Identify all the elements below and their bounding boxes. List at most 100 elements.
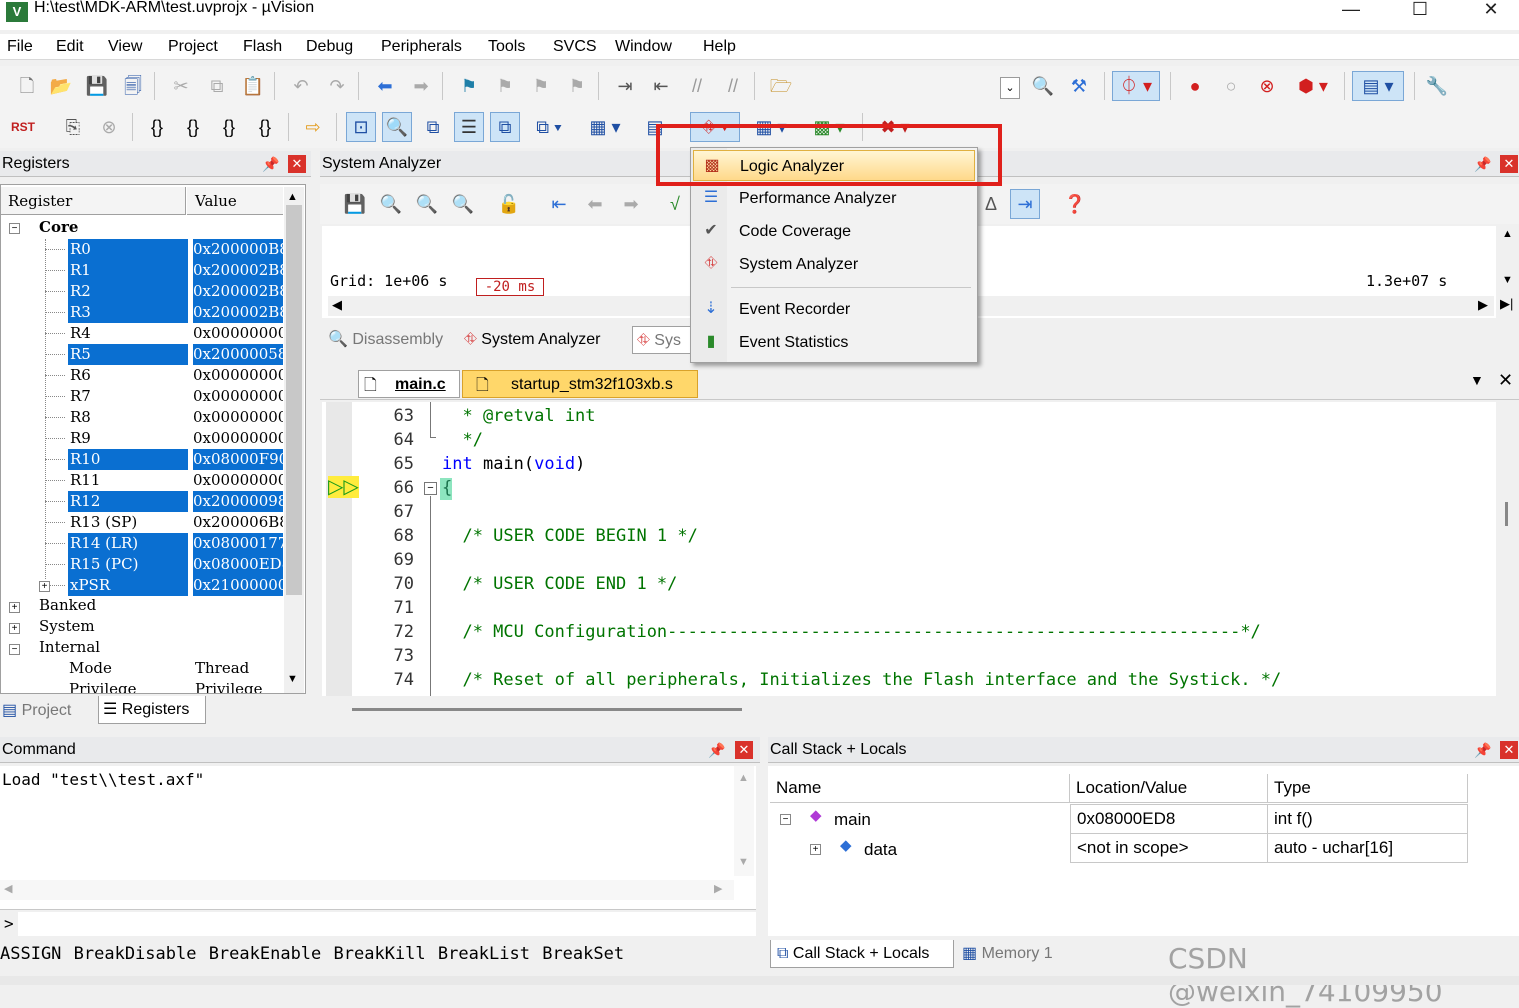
- command-output[interactable]: Load "test\\test.axf" ▲ ▼ ◀ ▶: [0, 766, 756, 910]
- zoom-all-icon[interactable]: 🔍: [448, 189, 478, 219]
- uncomment-icon[interactable]: //: [718, 71, 748, 101]
- menu-project[interactable]: Project: [168, 38, 218, 56]
- register-row[interactable]: R13 (SP) 0x200006B8: [1, 512, 283, 533]
- search-combo[interactable]: ⌄: [1000, 77, 1020, 99]
- register-row[interactable]: R12 0x20000098: [1, 491, 283, 512]
- jump-start-icon[interactable]: ⇤: [544, 189, 574, 219]
- close-system-analyzer-button[interactable]: ✕: [1500, 155, 1518, 173]
- menu-svcs[interactable]: SVCS: [553, 38, 597, 56]
- registers-scrollbar[interactable]: ▲ ▼: [284, 187, 304, 693]
- delta-icon[interactable]: Δ: [976, 189, 1006, 219]
- indent-icon[interactable]: ⇥: [610, 71, 640, 101]
- callstack-row-main-value[interactable]: 0x08000ED8: [1070, 804, 1268, 834]
- zoom-in-icon[interactable]: 🔍: [376, 189, 406, 219]
- step-into-icon[interactable]: {}: [142, 112, 172, 142]
- new-file-icon[interactable]: 🗋: [12, 71, 42, 101]
- close-command-button[interactable]: ✕: [735, 741, 753, 759]
- code-line[interactable]: int main(void): [442, 452, 585, 476]
- menu-debug[interactable]: Debug: [306, 38, 353, 56]
- col-name-header[interactable]: Name: [770, 774, 1070, 803]
- menu-item-system-analyzer[interactable]: ⛗ System Analyzer: [693, 249, 975, 280]
- save-all-icon[interactable]: 🗐: [118, 71, 148, 101]
- find-in-files-icon[interactable]: 🗁: [766, 71, 796, 101]
- system-expand-icon[interactable]: +: [9, 623, 20, 634]
- register-value[interactable]: 0x00000000: [193, 323, 283, 344]
- register-value[interactable]: 0x00000000: [193, 470, 283, 491]
- tab-callstack-locals[interactable]: ⧉ Call Stack + Locals: [770, 940, 954, 968]
- command-hscroll[interactable]: ◀ ▶: [0, 880, 734, 900]
- fold-icon[interactable]: −: [424, 482, 437, 495]
- tab-disassembly[interactable]: 🔍 Disassembly: [328, 326, 443, 354]
- menu-help[interactable]: Help: [703, 38, 736, 56]
- register-value[interactable]: 0x20000058: [193, 344, 283, 365]
- tab-startup-s[interactable]: startup_stm32f103xb.s: [462, 370, 698, 398]
- stop-icon[interactable]: ⊗: [94, 112, 124, 142]
- menu-tools[interactable]: Tools: [488, 38, 525, 56]
- register-value[interactable]: 0x200002B8: [193, 302, 283, 323]
- command-window-icon[interactable]: ⊡: [346, 112, 376, 142]
- pin-icon[interactable]: 📌: [1474, 156, 1491, 173]
- register-row[interactable]: R14 (LR) 0x08000177: [1, 533, 283, 554]
- configure-icon[interactable]: 🔧: [1422, 71, 1452, 101]
- editor-close-icon[interactable]: ✕: [1498, 370, 1513, 391]
- menu-flash[interactable]: Flash: [243, 38, 282, 56]
- register-value[interactable]: 0x200000B8: [193, 239, 283, 260]
- jump-end-icon[interactable]: ⇥: [1010, 189, 1040, 219]
- main-collapse-icon[interactable]: −: [780, 814, 791, 825]
- internal-collapse-icon[interactable]: −: [9, 644, 20, 655]
- close-callstack-button[interactable]: ✕: [1500, 741, 1518, 759]
- zoom-out-icon[interactable]: 🔍: [412, 189, 442, 219]
- window-layout-icon[interactable]: ▤ ▾: [1352, 71, 1404, 101]
- register-row[interactable]: R9 0x00000000: [1, 428, 283, 449]
- code-line[interactable]: /* USER CODE END 1 */: [442, 572, 677, 596]
- signal-icon[interactable]: √: [660, 189, 690, 219]
- call-stack-window-icon[interactable]: ⧉: [490, 112, 520, 142]
- register-row[interactable]: R6 0x00000000: [1, 365, 283, 386]
- code-line[interactable]: /* Reset of all peripherals, Initializes…: [442, 668, 1281, 692]
- menu-edit[interactable]: Edit: [56, 38, 84, 56]
- code-editor[interactable]: ▷▷ − 63 * @retval int 64 */ 65 int main(voi…: [322, 402, 1496, 696]
- register-row[interactable]: R0 0x200000B8: [1, 239, 283, 260]
- register-value[interactable]: 0x200002B8: [193, 260, 283, 281]
- register-value[interactable]: 0x200002B8: [193, 281, 283, 302]
- register-row[interactable]: R15 (PC) 0x08000ED8: [1, 554, 283, 575]
- registers-window-icon[interactable]: ☰: [454, 112, 484, 142]
- prev-icon[interactable]: ⬅: [580, 189, 610, 219]
- register-row[interactable]: R7 0x00000000: [1, 386, 283, 407]
- register-row[interactable]: R5 0x20000058: [1, 344, 283, 365]
- register-row[interactable]: R1 0x200002B8: [1, 260, 283, 281]
- xpsr-expand-icon[interactable]: +: [39, 581, 50, 592]
- menu-item-event-statistics[interactable]: ▮ Event Statistics: [693, 327, 975, 358]
- editor-tabs-dropdown-icon[interactable]: ▼: [1470, 372, 1484, 388]
- close-registers-button[interactable]: ✕: [288, 155, 306, 173]
- core-collapse-icon[interactable]: −: [9, 223, 20, 234]
- pin-icon[interactable]: 📌: [262, 156, 279, 173]
- menu-window[interactable]: Window: [615, 38, 672, 56]
- register-row[interactable]: R8 0x00000000: [1, 407, 283, 428]
- register-row[interactable]: R3 0x200002B8: [1, 302, 283, 323]
- show-next-statement-icon[interactable]: ⇨: [298, 112, 328, 142]
- next-bookmark-icon[interactable]: ⚑: [526, 71, 556, 101]
- register-value[interactable]: 0x00000000: [193, 428, 283, 449]
- register-value[interactable]: 0x00000000: [193, 386, 283, 407]
- register-value[interactable]: 0x21000000: [193, 575, 283, 596]
- save-icon[interactable]: 💾: [82, 71, 112, 101]
- enable-breakpoint-icon[interactable]: ○: [1216, 71, 1246, 101]
- watch-windows-icon[interactable]: ⧉ ▾: [526, 112, 572, 142]
- incremental-find-icon[interactable]: ⚒: [1064, 71, 1094, 101]
- pin-icon[interactable]: 📌: [1474, 742, 1491, 759]
- menu-item-event-recorder[interactable]: ⇣ Event Recorder: [693, 294, 975, 325]
- menu-item-code-coverage[interactable]: ✔ Code Coverage: [693, 216, 975, 247]
- menu-item-performance-analyzer[interactable]: ☰ Performance Analyzer: [693, 183, 975, 214]
- undo-icon[interactable]: ↶: [286, 71, 316, 101]
- nav-forward-icon[interactable]: ➡: [406, 71, 436, 101]
- time-marker[interactable]: -20 ms: [476, 278, 544, 296]
- code-line[interactable]: * @retval int: [442, 404, 595, 428]
- editor-vscroll[interactable]: [1496, 402, 1519, 696]
- menu-peripherals[interactable]: Peripherals: [381, 38, 462, 56]
- data-expand-icon[interactable]: +: [810, 844, 821, 855]
- close-window-button[interactable]: ✕: [1468, 0, 1514, 22]
- step-over-icon[interactable]: {}: [178, 112, 208, 142]
- open-file-icon[interactable]: 📂: [46, 71, 76, 101]
- run-icon[interactable]: ⎘: [58, 112, 88, 142]
